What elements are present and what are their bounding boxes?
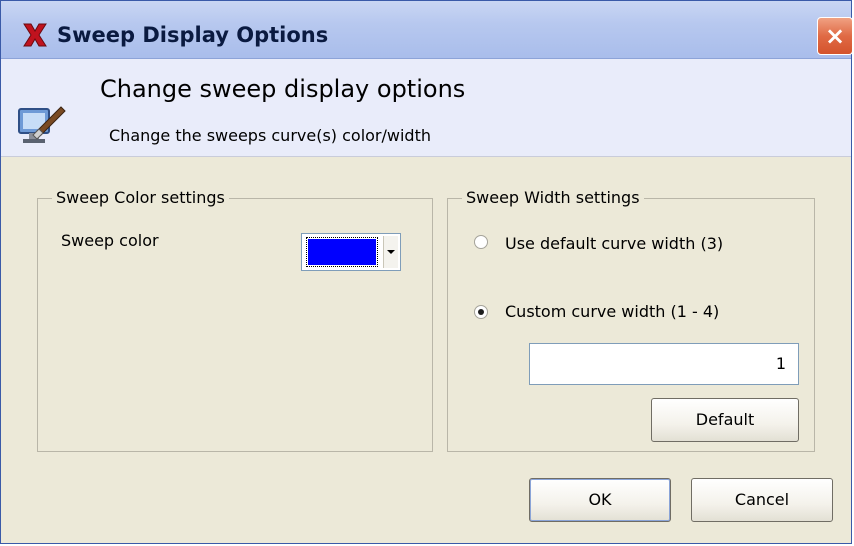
chevron-down-icon[interactable]: [383, 236, 398, 268]
header-subtitle: Change the sweeps curve(s) color/width: [109, 126, 431, 145]
app-x-logo-icon: [23, 23, 47, 47]
sweep-color-picker[interactable]: [301, 233, 401, 271]
color-swatch: [306, 237, 378, 267]
default-button[interactable]: Default: [651, 398, 799, 442]
cancel-button[interactable]: Cancel: [691, 478, 833, 522]
custom-width-radio[interactable]: [474, 305, 488, 319]
title-bar[interactable]: Sweep Display Options ×: [1, 1, 853, 59]
ok-button[interactable]: OK: [529, 478, 671, 522]
custom-width-label[interactable]: Custom curve width (1 - 4): [505, 302, 719, 321]
header-title: Change sweep display options: [100, 75, 466, 103]
window-title: Sweep Display Options: [57, 23, 329, 47]
width-settings-legend: Sweep Width settings: [462, 188, 644, 207]
sweep-color-label: Sweep color: [61, 231, 159, 250]
custom-width-input[interactable]: 1: [529, 343, 799, 385]
default-width-radio[interactable]: [474, 235, 488, 249]
color-settings-legend: Sweep Color settings: [52, 188, 229, 207]
dialog-window: Sweep Display Options × Change sweep dis…: [0, 0, 853, 544]
close-icon: ×: [824, 22, 846, 50]
header-banner: Change sweep display options Change the …: [1, 59, 851, 157]
close-button[interactable]: ×: [817, 17, 853, 55]
default-width-label[interactable]: Use default curve width (3): [505, 234, 723, 253]
monitor-brush-icon: [18, 106, 66, 143]
